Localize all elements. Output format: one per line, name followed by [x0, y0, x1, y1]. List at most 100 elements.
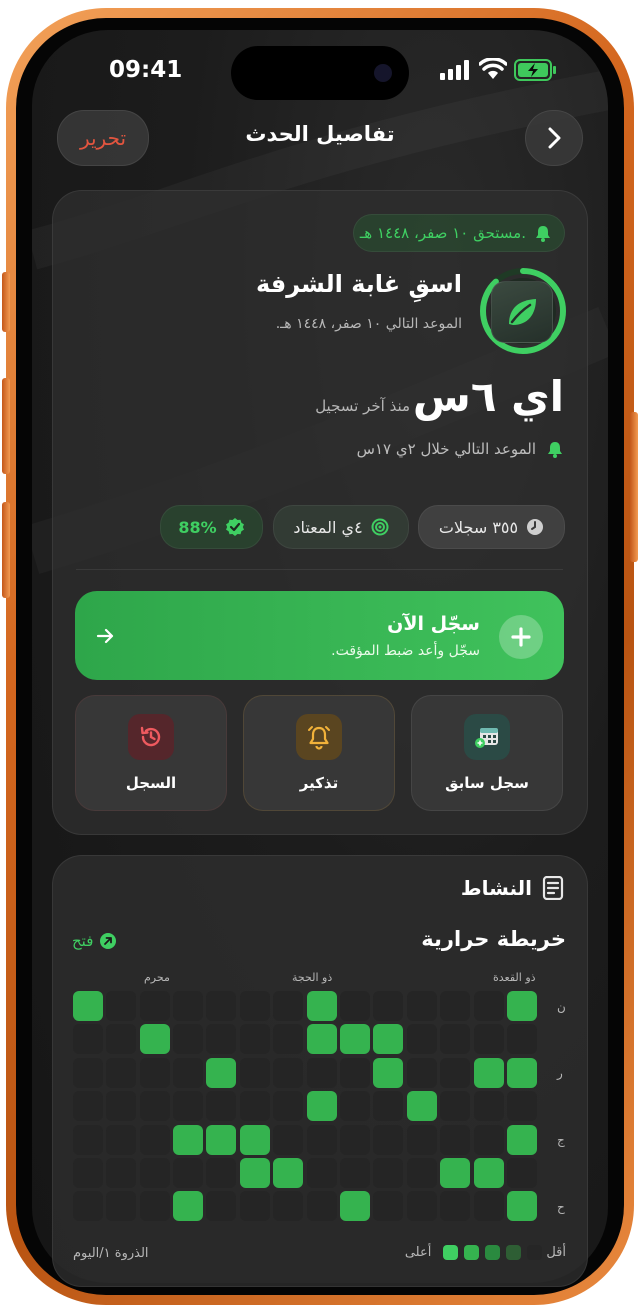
usual-interval-chip: ٤ي المعتاد	[273, 505, 409, 549]
heatmap-cell	[373, 1091, 404, 1122]
log-now-title: سجّل الآن	[387, 613, 480, 635]
heatmap-cell	[106, 1091, 137, 1122]
heatmap-cell	[406, 1091, 437, 1122]
power-button	[630, 412, 638, 562]
heatmap-cell	[340, 1124, 370, 1155]
month-label: محرم	[144, 971, 170, 984]
divider	[76, 569, 563, 570]
heatmap-cell	[239, 991, 270, 1021]
heatmap-cell	[306, 1191, 337, 1222]
open-link-label: فتح	[72, 932, 94, 950]
heatmap-cell	[306, 991, 337, 1021]
plus-icon	[511, 627, 531, 647]
legend-less-label: أقل	[546, 1245, 566, 1260]
heatmap-cell	[306, 1091, 337, 1122]
battery-charging-icon	[514, 59, 556, 81]
month-label: ذو الحجة	[292, 971, 333, 984]
legend-swatch	[506, 1245, 522, 1260]
heatmap-cell	[473, 1191, 504, 1222]
edit-button-label: تحرير	[79, 126, 127, 150]
heatmap-cell	[173, 991, 203, 1021]
heatmap-cell	[206, 1158, 237, 1188]
heatmap-cell	[273, 1124, 304, 1155]
past-log-tile[interactable]: سجل سابق	[411, 695, 563, 811]
heatmap-cell	[440, 1057, 471, 1088]
heatmap-cell	[173, 1024, 203, 1055]
camera-lens	[374, 64, 392, 82]
heatmap-cell	[206, 1191, 237, 1222]
verified-check-icon	[225, 518, 244, 536]
heatmap-cell	[306, 1024, 337, 1055]
heatmap-cell	[473, 1158, 504, 1188]
reminder-label: تذكير	[299, 774, 339, 792]
heatmap-cell	[173, 1091, 203, 1122]
heatmap-cell	[440, 991, 471, 1021]
history-tile[interactable]: السجل	[75, 695, 227, 811]
heatmap-cell	[239, 1024, 270, 1055]
heatmap-cell	[273, 1158, 304, 1188]
heatmap-cell	[373, 1024, 404, 1055]
usual-interval-label: ٤ي المعتاد	[293, 517, 363, 537]
elapsed-caption: منذ آخر تسجيل	[315, 397, 410, 415]
legend-swatch	[527, 1245, 543, 1260]
heatmap-cell	[106, 1158, 137, 1188]
chevron-right-icon	[548, 127, 561, 149]
heatmap-legend: أقل أعلى	[405, 1245, 566, 1260]
heatmap-cell	[173, 1191, 203, 1222]
heatmap-cell	[273, 1024, 304, 1055]
success-percent-chip: 88%	[160, 505, 263, 549]
silent-switch	[2, 272, 10, 332]
heatmap-cell	[239, 1191, 270, 1222]
heatmap-cell	[139, 1091, 170, 1122]
heatmap-cell	[373, 1191, 404, 1222]
heatmap-cell	[106, 1124, 137, 1155]
heatmap-cell	[507, 1024, 537, 1055]
cellular-signal-icon	[440, 60, 469, 80]
next-in-label: الموعد التالي خلال ٢ي ١٧س	[356, 440, 536, 458]
heatmap-cell	[139, 991, 170, 1021]
heatmap-cell	[72, 1057, 103, 1088]
heatmap-cell	[340, 1158, 370, 1188]
forward-button[interactable]	[525, 110, 583, 166]
open-link[interactable]: فتح	[72, 932, 117, 950]
event-next-date: الموعد التالي ١٠ صفر، ١٤٤٨ هـ.	[275, 316, 462, 332]
clock-icon	[527, 519, 544, 535]
legend-more-label: أعلى	[404, 1245, 432, 1260]
heatmap-cell	[340, 1057, 370, 1088]
heatmap-cell	[340, 1091, 370, 1122]
heatmap-cell	[206, 1091, 237, 1122]
logs-count-chip: ٣٥٥ سجلات	[418, 505, 565, 549]
heatmap-cell	[273, 991, 304, 1021]
heatmap-cell	[373, 1057, 404, 1088]
wifi-icon	[479, 58, 507, 79]
heatmap-cell	[507, 1057, 537, 1088]
edit-button[interactable]: تحرير	[57, 110, 149, 166]
heatmap-cell	[340, 1024, 370, 1055]
heatmap-cell	[173, 1057, 203, 1088]
heatmap-cell	[206, 1024, 237, 1055]
log-now-button[interactable]: سجّل الآن سجّل وأعد ضبط المؤقت.	[75, 591, 564, 680]
history-icon	[128, 714, 174, 760]
success-percent-label: 88%	[178, 517, 217, 537]
heatmap-cell	[173, 1124, 203, 1155]
heatmap-cell	[239, 1158, 270, 1188]
heatmap-cell	[406, 1057, 437, 1088]
reminder-tile[interactable]: تذكير	[243, 695, 395, 811]
day-label: ن	[557, 1000, 566, 1014]
heatmap-cell	[106, 991, 137, 1021]
heatmap-cell	[206, 991, 237, 1021]
external-arrow-icon	[100, 933, 117, 949]
heatmap-cell	[306, 1057, 337, 1088]
heatmap-cell	[72, 1158, 103, 1188]
heatmap-cell	[440, 1091, 471, 1122]
volume-up-button	[2, 378, 10, 474]
history-label: السجل	[125, 774, 177, 792]
heatmap-cell	[507, 1124, 537, 1155]
heatmap-cell	[373, 1124, 404, 1155]
heatmap-cell	[507, 1091, 537, 1122]
heatmap-cell	[72, 991, 103, 1021]
target-icon	[371, 518, 389, 536]
heatmap-cell	[340, 991, 370, 1021]
month-label: ذو القعدة	[493, 971, 536, 984]
heatmap-cell	[507, 991, 537, 1021]
